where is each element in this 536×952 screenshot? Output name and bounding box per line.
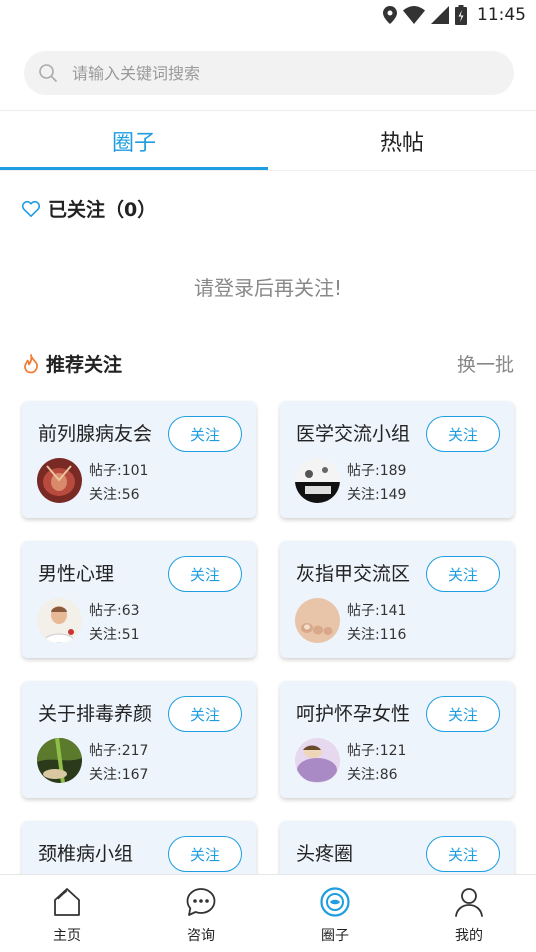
group-name: 头疼圈 bbox=[296, 843, 354, 865]
search-input[interactable] bbox=[72, 63, 472, 83]
group-avatar bbox=[37, 598, 82, 643]
signal-icon bbox=[431, 6, 449, 24]
group-avatar bbox=[295, 738, 340, 783]
post-count: 帖子:121 bbox=[347, 743, 407, 759]
group-name: 颈椎病小组 bbox=[38, 843, 134, 865]
group-card[interactable]: 关于排毒养颜 关注 帖子:217 关注:167 bbox=[22, 681, 256, 798]
heart-icon bbox=[22, 200, 40, 217]
battery-icon bbox=[455, 5, 467, 25]
login-hint: 请登录后再关注! bbox=[193, 276, 343, 300]
recommend-header: 推荐关注 bbox=[22, 350, 122, 377]
group-avatar bbox=[295, 598, 340, 643]
nav-label: 咨询 bbox=[187, 928, 215, 944]
follow-count: 关注:149 bbox=[347, 487, 407, 503]
follow-count: 关注:51 bbox=[89, 627, 140, 643]
wifi-icon bbox=[403, 6, 425, 24]
follow-count: 关注:116 bbox=[347, 627, 407, 643]
tab-circles[interactable]: 圈子 bbox=[0, 111, 268, 171]
follow-button[interactable]: 关注 bbox=[168, 556, 242, 592]
follow-count: 关注:86 bbox=[347, 767, 398, 783]
group-card[interactable]: 医学交流小组 关注 帖子:189 关注:149 bbox=[280, 401, 514, 518]
group-name: 灰指甲交流区 bbox=[296, 563, 411, 585]
profile-icon bbox=[455, 888, 483, 917]
post-count: 帖子:189 bbox=[347, 463, 407, 479]
divider bbox=[0, 170, 536, 171]
location-icon bbox=[383, 6, 397, 24]
post-count: 帖子:141 bbox=[347, 603, 407, 619]
follow-button[interactable]: 关注 bbox=[426, 696, 500, 732]
follow-button[interactable]: 关注 bbox=[426, 836, 500, 872]
search-bar[interactable] bbox=[24, 51, 514, 95]
circle-icon bbox=[320, 887, 350, 917]
search-icon bbox=[39, 64, 57, 82]
tab-bar: 圈子 热帖 bbox=[0, 111, 536, 171]
group-avatar bbox=[295, 458, 340, 503]
follow-button[interactable]: 关注 bbox=[426, 556, 500, 592]
group-name: 医学交流小组 bbox=[296, 423, 411, 445]
nav-label: 我的 bbox=[455, 928, 483, 944]
group-card[interactable]: 灰指甲交流区 关注 帖子:141 关注:116 bbox=[280, 541, 514, 658]
status-icons: 11:45 bbox=[383, 3, 526, 27]
follow-button[interactable]: 关注 bbox=[426, 416, 500, 452]
group-name: 关于排毒养颜 bbox=[38, 703, 153, 725]
nav-profile[interactable]: 我的 bbox=[402, 875, 536, 952]
post-count: 帖子:217 bbox=[89, 743, 149, 759]
group-card[interactable]: 前列腺病友会 关注 帖子:101 关注:56 bbox=[22, 401, 256, 518]
follow-button[interactable]: 关注 bbox=[168, 416, 242, 452]
follow-count: 关注:167 bbox=[89, 767, 149, 783]
status-bar: 11:45 bbox=[0, 0, 536, 30]
nav-label: 圈子 bbox=[321, 928, 349, 944]
follow-button[interactable]: 关注 bbox=[168, 696, 242, 732]
tab-hot-posts[interactable]: 热帖 bbox=[268, 111, 536, 171]
fire-icon bbox=[24, 353, 38, 373]
post-count: 帖子:63 bbox=[89, 603, 140, 619]
recommend-title: 推荐关注 bbox=[46, 354, 123, 376]
refresh-button[interactable]: 换一批 bbox=[457, 350, 514, 377]
post-count: 帖子:101 bbox=[89, 463, 149, 479]
app-screen: 11:45 圈子 热帖 已关注（0） 请登录后再关注! 推荐关注 换一批 前列腺… bbox=[0, 0, 536, 952]
bottom-nav: 主页 咨询 圈子 我的 bbox=[0, 874, 536, 952]
group-name: 男性心理 bbox=[38, 563, 115, 585]
followed-header: 已关注（0） bbox=[22, 195, 156, 222]
group-card[interactable]: 呵护怀孕女性 关注 帖子:121 关注:86 bbox=[280, 681, 514, 798]
nav-consult[interactable]: 咨询 bbox=[134, 875, 268, 952]
group-card[interactable]: 男性心理 关注 帖子:63 关注:51 bbox=[22, 541, 256, 658]
group-avatar bbox=[37, 738, 82, 783]
nav-label: 主页 bbox=[53, 928, 81, 944]
followed-title: 已关注（0） bbox=[48, 199, 157, 221]
home-icon bbox=[54, 888, 80, 916]
group-avatar bbox=[37, 458, 82, 503]
nav-circle[interactable]: 圈子 bbox=[268, 875, 402, 952]
group-name: 呵护怀孕女性 bbox=[296, 703, 411, 725]
follow-button[interactable]: 关注 bbox=[168, 836, 242, 872]
chat-icon bbox=[186, 888, 216, 916]
follow-count: 关注:56 bbox=[89, 487, 140, 503]
nav-home[interactable]: 主页 bbox=[0, 875, 134, 952]
group-name: 前列腺病友会 bbox=[38, 423, 153, 445]
status-time: 11:45 bbox=[477, 5, 526, 25]
